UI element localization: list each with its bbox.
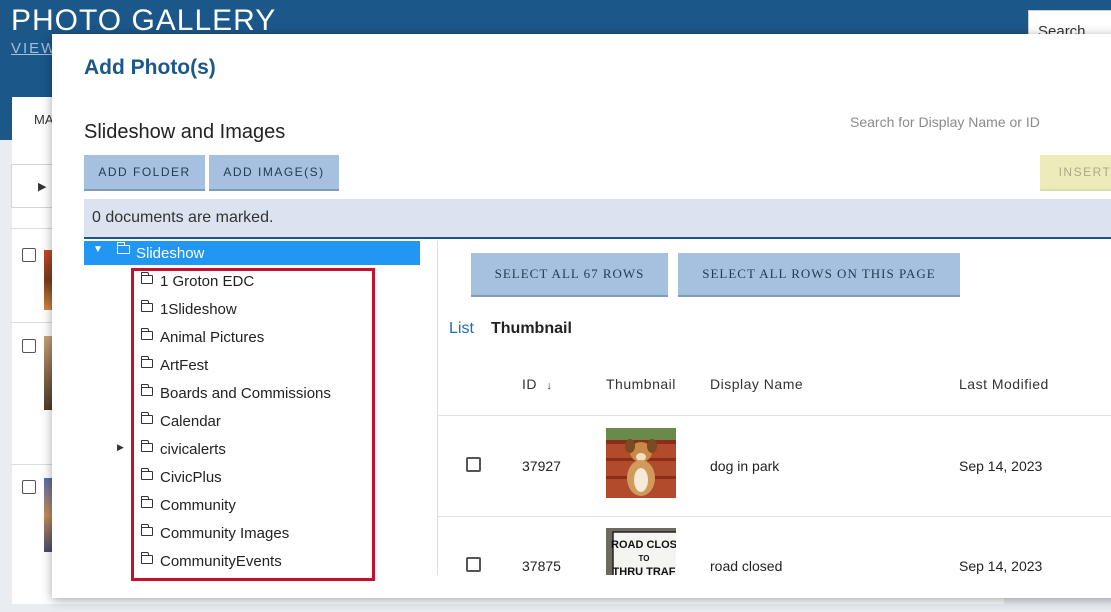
sort-arrow-down-icon: ↓ xyxy=(546,380,553,392)
tree-folder-label: 1 Groton EDC xyxy=(160,273,255,290)
folder-icon xyxy=(140,356,153,368)
tree-root-slideshow[interactable]: ▼ Slideshow xyxy=(84,241,420,265)
image-table-panel: SELECT ALL 67 ROWS SELECT ALL ROWS ON TH… xyxy=(437,241,1111,575)
add-photos-dialog: Add Photo(s) Slideshow and Images Search… xyxy=(52,34,1111,598)
search-input[interactable]: Search for Display Name or ID xyxy=(850,114,1070,134)
folder-icon xyxy=(140,440,153,452)
bg-row-checkbox[interactable] xyxy=(22,480,36,494)
section-title: Slideshow and Images xyxy=(84,121,286,143)
tree-folder-label: Community xyxy=(160,497,236,514)
add-folder-button[interactable]: ADD FOLDER xyxy=(84,155,205,191)
insert-button[interactable]: INSERT xyxy=(1040,155,1111,191)
column-header-id[interactable]: ID ↓ xyxy=(522,376,552,392)
bg-thumbnail xyxy=(44,478,52,552)
tree-folder-item[interactable]: CommunityEvents xyxy=(84,548,420,575)
folder-icon xyxy=(140,524,153,536)
tree-folder-item[interactable]: 1Slideshow xyxy=(84,296,420,324)
dialog-title: Add Photo(s) xyxy=(84,56,216,79)
thumbnail-dog-image[interactable] xyxy=(606,428,676,498)
row-last-modified: Sep 14, 2023 xyxy=(959,458,1043,474)
column-header-display-name[interactable]: Display Name xyxy=(710,376,803,392)
caret-right-icon[interactable]: ▶ xyxy=(117,442,124,453)
row-display-name: road closed xyxy=(710,558,783,574)
tree-folder-item[interactable]: Community Images xyxy=(84,520,420,548)
folder-tree: ▼ Slideshow 1 Groton EDC 1Slideshow Animal… xyxy=(84,241,438,575)
folder-icon xyxy=(140,272,153,284)
left-gutter xyxy=(0,140,12,612)
add-images-button[interactable]: ADD IMAGE(S) xyxy=(209,155,339,191)
row-checkbox[interactable] xyxy=(466,457,481,472)
tree-folder-label: CivicPlus xyxy=(160,469,222,486)
folder-icon xyxy=(140,552,153,564)
folder-icon xyxy=(140,328,153,340)
row-divider xyxy=(437,516,1111,517)
row-id: 37927 xyxy=(522,458,561,474)
tree-folder-item[interactable]: Community xyxy=(84,492,420,520)
folder-icon xyxy=(140,468,153,480)
tree-folder-item[interactable]: CivicPlus xyxy=(84,464,420,492)
tree-folder-label: Calendar xyxy=(160,413,221,430)
tree-folder-item[interactable]: ▶ civicalerts xyxy=(84,436,420,464)
row-id: 37875 xyxy=(522,558,561,574)
row-checkbox[interactable] xyxy=(466,557,481,572)
folder-icon xyxy=(140,300,153,312)
tree-folder-label: CommunityEvents xyxy=(160,553,282,570)
tree-folder-item[interactable]: Boards and Commissions xyxy=(84,380,420,408)
folder-icon xyxy=(140,384,153,396)
tree-folder-label: ArtFest xyxy=(160,357,209,374)
sign-text-line3: THRU TRAF xyxy=(613,566,676,575)
bg-row-checkbox[interactable] xyxy=(22,339,36,353)
row-display-name: dog in park xyxy=(710,458,780,474)
bg-row-checkbox[interactable] xyxy=(22,248,36,262)
tree-folder-label: Boards and Commissions xyxy=(160,385,331,402)
select-all-rows-button[interactable]: SELECT ALL 67 ROWS xyxy=(471,253,668,297)
view-thumbnail-tab[interactable]: Thumbnail xyxy=(491,320,572,338)
sign-text-line2: TO xyxy=(639,554,650,563)
tree-root-label: Slideshow xyxy=(136,245,205,262)
bg-thumbnail xyxy=(44,336,52,410)
column-header-id-label: ID xyxy=(522,376,537,392)
bg-thumbnail xyxy=(44,250,52,310)
tree-folder-item[interactable]: Animal Pictures xyxy=(84,324,420,352)
tree-folder-item[interactable]: Calendar xyxy=(84,408,420,436)
view-list-link[interactable]: List xyxy=(449,320,474,338)
tree-folder-label: Animal Pictures xyxy=(160,329,265,346)
folder-open-icon xyxy=(116,242,130,254)
bottom-gutter xyxy=(0,604,1111,612)
tree-folder-label: Community Images xyxy=(160,525,290,542)
tree-folder-label: civicalerts xyxy=(160,441,226,458)
folder-icon xyxy=(140,496,153,508)
tree-folder-item[interactable]: ArtFest xyxy=(84,352,420,380)
row-divider xyxy=(437,415,1111,416)
tree-folder-label: 1Slideshow xyxy=(160,301,237,318)
column-header-thumbnail: Thumbnail xyxy=(606,376,676,392)
page-title: PHOTO GALLERY xyxy=(11,4,277,37)
folder-icon xyxy=(140,412,153,424)
sign-text-line1: ROAD CLOS xyxy=(611,539,676,551)
marked-status-bar: 0 documents are marked. xyxy=(84,199,1111,239)
select-page-rows-button[interactable]: SELECT ALL ROWS ON THIS PAGE xyxy=(678,253,960,297)
view-link[interactable]: VIEW xyxy=(11,40,57,57)
row-last-modified: Sep 14, 2023 xyxy=(959,558,1043,574)
caret-down-icon[interactable]: ▼ xyxy=(93,244,103,255)
thumbnail-road-closed-image[interactable]: ROAD CLOS TO THRU TRAF xyxy=(606,528,676,575)
tree-folder-item[interactable]: 1 Groton EDC xyxy=(84,268,420,296)
column-header-last-modified[interactable]: Last Modified xyxy=(959,376,1049,392)
